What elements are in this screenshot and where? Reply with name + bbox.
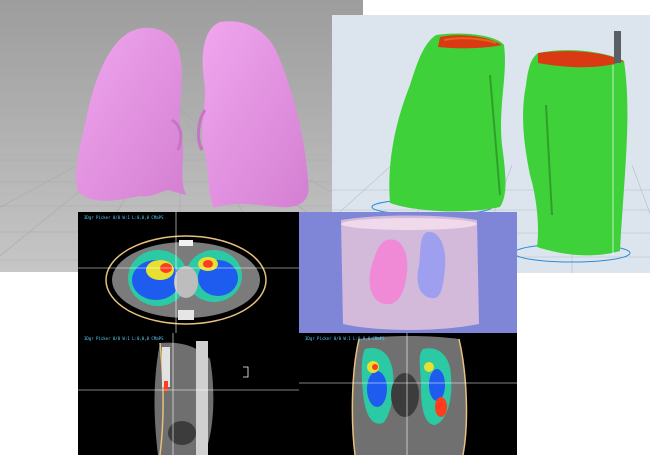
ct-coronal-caption: 3Dgr Picker 0/0 W:1 L:0,0,0 CMaPS <box>305 336 385 341</box>
right-print-model <box>523 50 628 256</box>
volume-render-image <box>299 212 517 333</box>
ct-coronal: 3Dgr Picker 0/0 W:1 L:0,0,0 CMaPS <box>299 333 517 455</box>
translucent-torso <box>341 215 479 330</box>
ct-sagittal-caption: 3Dgr Picker 0/0 W:1 L:0,0,0 CMaPS <box>84 336 164 341</box>
ct-sagittal: 3Dgr Picker 0/0 W:1 L:0,0,0 CMaPS <box>78 333 299 455</box>
ct-axial-image <box>78 212 299 333</box>
ct-coronal-image <box>299 333 517 455</box>
ct-axial-caption: 3Dgr Picker 0/0 W:1 L:0,0,0 CMaPS <box>84 215 164 220</box>
ct-axial: 3Dgr Picker 0/0 W:1 L:0,0,0 CMaPS <box>78 212 299 333</box>
blue-lung-volume <box>417 231 446 299</box>
3d-volume-render <box>299 212 517 333</box>
ct-sagittal-image <box>78 333 299 455</box>
